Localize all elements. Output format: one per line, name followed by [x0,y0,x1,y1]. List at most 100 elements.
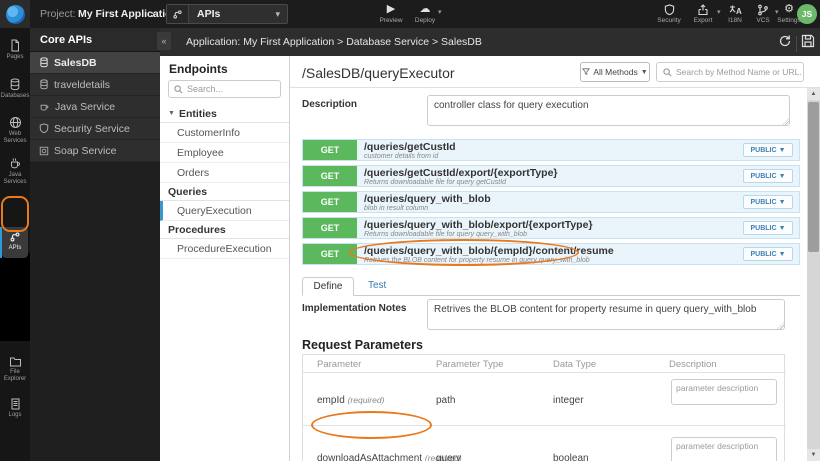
endpoint-item-customerinfo[interactable]: CustomerInfo [160,123,289,143]
sidebar-item-file-explorer[interactable]: File Explorer [0,356,30,382]
refresh-icon [779,35,791,47]
endpoint-item-orders[interactable]: Orders [160,163,289,183]
coffee-icon [10,158,20,169]
sidebar-item-pages[interactable]: Pages [0,39,30,61]
section-entities[interactable]: ▼ Entities [160,105,289,123]
sidebar-item-web-services[interactable]: Web Services [0,116,30,144]
get-method-badge[interactable]: GET [303,244,357,264]
param-description-textarea[interactable] [671,379,777,405]
impl-notes-textarea[interactable]: Retrives the BLOB content for property r… [427,299,785,330]
filter-icon [582,68,591,76]
resize-handle[interactable] [777,322,784,329]
deploy-button[interactable]: ☁ Deploy ▾ [408,3,442,24]
caret-down-icon: ▼ [778,198,786,206]
scroll-up-button[interactable]: ▲ [807,88,820,100]
caret-down-icon: ▼ [778,224,786,232]
get-method-badge[interactable]: GET [303,166,357,186]
data-type: integer [553,395,584,406]
chevron-right-icon: › [151,7,155,21]
core-api-item-salesdb[interactable]: SalesDB [30,52,160,74]
left-rail: Pages Databases Web Services Java Servic… [0,28,30,461]
endpoint-link[interactable]: /queries/query_with_blob/export/{exportT… [357,218,743,238]
tab-test[interactable]: Test [368,280,386,291]
breadcrumb-bar: « Application: My First Application > Da… [157,28,820,56]
endpoints-panel: Endpoints ▼ Entities CustomerInfo Employ… [160,56,290,461]
sidebar-item-java-services[interactable]: Java Services [0,157,30,185]
divider [303,425,786,426]
methods-filter-dropdown[interactable]: All Methods ▼ [580,62,650,82]
get-method-badge[interactable]: GET [303,140,357,160]
database-icon [40,79,48,90]
col-header-description: Description [669,359,717,370]
col-header-data-type: Data Type [553,359,597,370]
visibility-dropdown[interactable]: PUBLIC ▼ [743,221,793,235]
coffee-icon [40,104,49,111]
tab-bar [302,295,800,296]
search-icon [663,67,672,76]
visibility-dropdown[interactable]: PUBLIC ▼ [743,143,793,157]
impl-notes-label: Implementation Notes [302,303,407,314]
sidebar-item-apis[interactable]: APIs [0,231,30,252]
preview-button[interactable]: ▶ Preview [374,3,408,24]
project-name: My First Application [78,8,178,20]
method-search-input[interactable] [676,67,801,77]
endpoint-link[interactable]: /queries/getCustId customer details from… [357,140,743,160]
endpoints-search[interactable] [168,80,281,98]
export-icon [686,3,720,16]
endpoint-link[interactable]: /queries/query_with_blob blob in result … [357,192,743,212]
visibility-dropdown[interactable]: PUBLIC ▼ [743,169,793,183]
divider [303,372,786,373]
description-textarea[interactable]: controller class for query execution [427,95,790,126]
section-procedures[interactable]: Procedures [160,221,289,239]
param-type: path [436,395,456,406]
module-dropdown-label: APIs [197,8,221,20]
export-button[interactable]: Export ▾ [686,3,721,24]
app-logo[interactable] [0,0,30,28]
section-queries[interactable]: Queries [160,183,289,201]
core-api-item-security-service[interactable]: Security Service [30,118,160,140]
endpoint-row: GET /queries/getCustId customer details … [302,139,800,161]
endpoint-item-employee[interactable]: Employee [160,143,289,163]
endpoint-row: GET /queries/getCustId/export/{exportTyp… [302,165,800,187]
save-button[interactable] [801,34,815,53]
sidebar-item-databases[interactable]: Databases [0,78,30,100]
core-api-item-soap-service[interactable]: Soap Service [30,140,160,162]
scrollbar-thumb[interactable] [808,102,819,252]
core-api-item-traveldetails[interactable]: traveldetails [30,74,160,96]
get-method-badge[interactable]: GET [303,192,357,212]
endpoint-link[interactable]: /queries/query_with_blob/{empId}/content… [357,244,743,264]
core-api-item-java-service[interactable]: Java Service [30,96,160,118]
endpoints-title: Endpoints [169,62,228,76]
caret-down-icon: ▼ [640,68,648,76]
tab-define[interactable]: Define [302,277,354,296]
endpoint-item-queryexecution[interactable]: QueryExecution [160,201,289,221]
scrollbar[interactable]: ▲ ▼ [807,88,820,461]
core-apis-panel: Core APIs SalesDB traveldetails Java Ser… [30,28,160,461]
description-label: Description [302,99,358,110]
endpoint-item-procedureexecution[interactable]: ProcedureExecution [160,239,289,259]
sidebar-item-logs[interactable]: Logs [0,398,30,419]
endpoints-search-input[interactable] [187,84,272,94]
visibility-dropdown[interactable]: PUBLIC ▼ [743,247,793,261]
scroll-down-button[interactable]: ▼ [807,449,820,461]
user-avatar[interactable]: JS [797,4,817,24]
get-method-badge[interactable]: GET [303,218,357,238]
api-icon [167,5,189,23]
endpoint-row-selected: GET /queries/query_with_blob/{empId}/con… [302,243,800,265]
module-dropdown[interactable]: APIs ▾ [166,4,288,24]
refresh-button[interactable] [778,34,792,53]
param-description-textarea[interactable] [671,437,777,461]
log-file-icon [11,398,19,410]
folder-icon [9,357,21,367]
caret-down-icon: ▼ [778,146,786,154]
method-search[interactable] [656,62,804,82]
page-title: /SalesDB/queryExecutor [302,65,455,81]
data-type: boolean [553,453,589,461]
collapse-panel-button[interactable]: « [157,32,171,50]
security-button[interactable]: Security [652,3,686,24]
endpoint-link[interactable]: /queries/getCustId/export/{exportType} R… [357,166,743,186]
chevron-down-icon: ▼ [168,110,175,117]
visibility-dropdown[interactable]: PUBLIC ▼ [743,195,793,209]
svg-text:A: A [736,7,742,16]
resize-handle[interactable] [782,118,789,125]
